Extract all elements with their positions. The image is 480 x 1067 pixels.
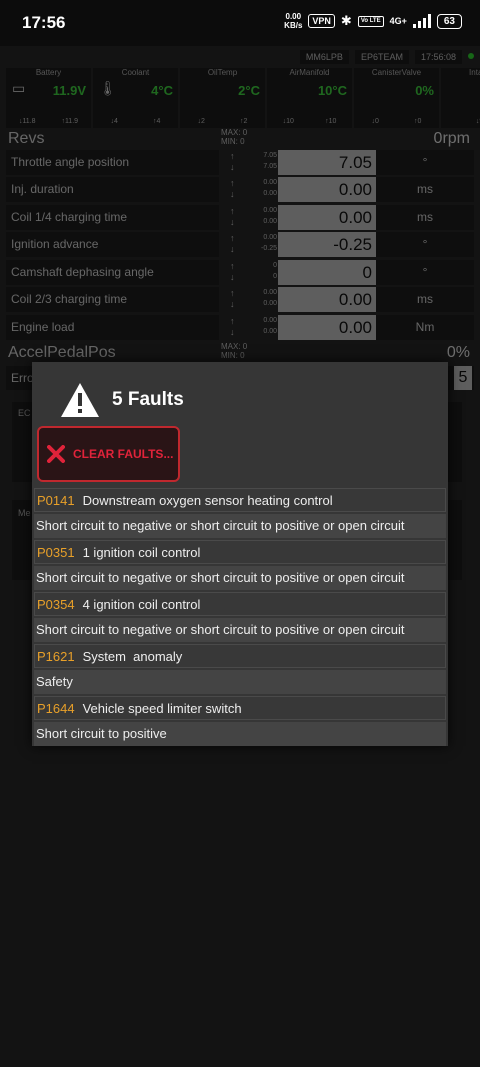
fault-name: 1 ignition coil control <box>82 545 201 560</box>
fault-code: P0354 <box>37 597 75 612</box>
fault-code: P1644 <box>37 701 75 716</box>
fault-name: 4 ignition coil control <box>82 597 201 612</box>
fault-list[interactable]: P0141 Downstream oxygen sensor heating co… <box>34 488 446 748</box>
fault-description: Short circuit to negative or short circu… <box>34 618 446 642</box>
fault-item[interactable]: P1644 Vehicle speed limiter switch <box>34 696 446 720</box>
fault-name: Vehicle speed limiter switch <box>82 701 242 716</box>
bluetooth-icon: ✱ <box>340 13 352 28</box>
fault-name: System anomaly <box>82 649 183 664</box>
clear-faults-button[interactable]: CLEAR FAULTS... <box>37 426 180 482</box>
signal-icon <box>412 14 431 28</box>
status-time: 17:56 <box>22 13 66 32</box>
faults-dialog: 5 Faults CLEAR FAULTS... P0141 Downstream… <box>32 362 448 746</box>
net-speed-unit: KB/s <box>284 21 303 30</box>
close-icon <box>47 445 65 463</box>
warning-icon <box>61 383 99 417</box>
fault-code: P0351 <box>37 545 75 560</box>
fault-item[interactable]: P0141 Downstream oxygen sensor heating co… <box>34 488 446 512</box>
clear-faults-label: CLEAR FAULTS... <box>73 447 174 461</box>
fault-description: Short circuit to negative or short circu… <box>34 514 446 538</box>
fault-item[interactable]: P0354 4 ignition coil control <box>34 592 446 616</box>
fault-description: Short circuit to negative or short circu… <box>34 566 446 590</box>
fault-name: Downstream oxygen sensor heating control <box>82 493 333 508</box>
fault-description: Safety <box>34 670 446 694</box>
fault-code: P1621 <box>37 649 75 664</box>
fault-item[interactable]: P1621 System anomaly <box>34 644 446 668</box>
fault-description: Short circuit to positive <box>34 722 446 746</box>
dialog-header: 5 Faults <box>60 382 184 418</box>
fault-item[interactable]: P0351 1 ignition coil control <box>34 540 446 564</box>
dialog-title: 5 Faults <box>112 389 184 410</box>
net-speed: 0.00 KB/s <box>284 12 302 30</box>
vpn-icon: VPN <box>308 14 335 28</box>
fault-code: P0141 <box>37 493 75 508</box>
net-speed-value: 0.00 <box>285 12 302 21</box>
status-bar: 17:56 0.00 KB/s VPN ✱ Vo LTE 4G+ 63 <box>0 0 480 46</box>
battery-level: 63 <box>436 13 462 29</box>
network-type: 4G+ <box>389 16 407 26</box>
volte-icon: Vo LTE <box>357 15 384 27</box>
